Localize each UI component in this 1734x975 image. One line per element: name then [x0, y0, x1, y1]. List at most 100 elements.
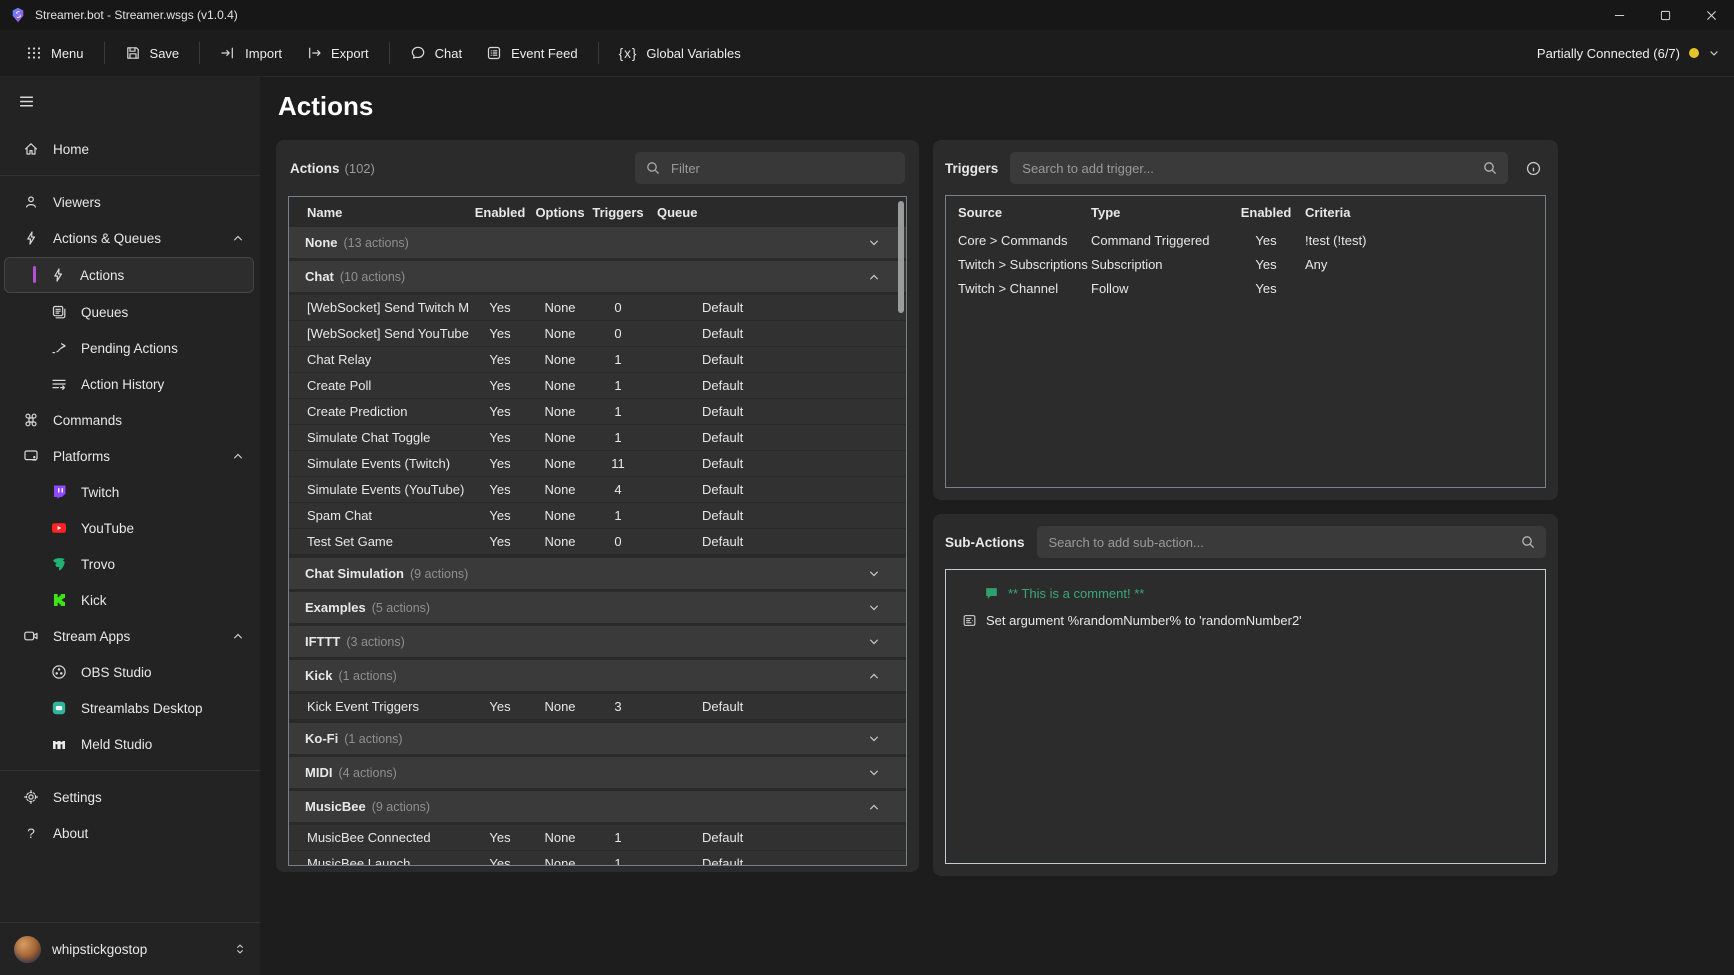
action-cell-enabled: Yes [469, 404, 531, 419]
sidebar-item-label: Action History [81, 377, 164, 392]
action-cell-triggers: 3 [589, 699, 647, 714]
subaction-search-input[interactable] [1047, 534, 1513, 551]
actions-scrollbar-thumb[interactable] [898, 201, 904, 313]
action-row[interactable]: MusicBee ConnectedYesNone1Default [289, 825, 906, 851]
trigger-row[interactable]: Core > CommandsCommand TriggeredYes!test… [946, 228, 1545, 252]
action-row[interactable]: [WebSocket] Send Twitch MessYesNone0Defa… [289, 295, 906, 321]
action-row[interactable]: Simulate Events (Twitch)YesNone11Default [289, 451, 906, 477]
action-row[interactable]: Chat RelayYesNone1Default [289, 347, 906, 373]
info-icon[interactable] [1520, 160, 1546, 177]
trigger-cell-source: Core > Commands [958, 233, 1091, 248]
action-row[interactable]: Spam ChatYesNone1Default [289, 503, 906, 529]
action-row[interactable]: Simulate Events (YouTube)YesNone4Default [289, 477, 906, 503]
minimize-button[interactable] [1596, 0, 1642, 30]
action-group-header[interactable]: MIDI(4 actions) [289, 757, 906, 788]
sub-action-row[interactable]: Set argument %randomNumber% to 'randomNu… [946, 607, 1545, 634]
action-cell-enabled: Yes [469, 699, 531, 714]
filter-input-box[interactable] [635, 152, 905, 184]
sidebar-item-queues[interactable]: Queues [0, 294, 260, 330]
sidebar-item-twitch[interactable]: Twitch [0, 474, 260, 510]
sidebar-item-actions-queues[interactable]: Actions & Queues [0, 220, 260, 256]
hamburger-menu-button[interactable] [10, 87, 42, 115]
sidebar-item-home[interactable]: Home [0, 131, 260, 167]
chevron-up-icon [232, 630, 244, 642]
sidebar-item-pending-actions[interactable]: Pending Actions [0, 330, 260, 366]
action-group-header[interactable]: Kick(1 actions) [289, 660, 906, 691]
actions-table-body: None(13 actions)Chat(10 actions) [WebSock… [289, 227, 906, 865]
toolbar-import-label: Import [245, 46, 282, 61]
main-content: Actions Actions (102) NameEnable [260, 77, 1734, 975]
toolbar-separator [199, 42, 200, 64]
sub-action-row[interactable]: ** This is a comment! ** [946, 580, 1545, 607]
connection-status-button[interactable]: Partially Connected (6/7) [1537, 46, 1720, 61]
action-group-name: MIDI [305, 765, 332, 780]
action-row[interactable]: [WebSocket] Send YouTube MYesNone0Defaul… [289, 321, 906, 347]
action-cell-enabled: Yes [469, 378, 531, 393]
trigger-column-type: Type [1091, 205, 1227, 220]
sidebar-item-obs-studio[interactable]: OBS Studio [0, 654, 260, 690]
action-cell-name: Chat Relay [289, 352, 469, 367]
action-group-header[interactable]: Chat Simulation(9 actions) [289, 558, 906, 589]
toolbar-menu-button[interactable]: Menu [14, 38, 96, 68]
maximize-button[interactable] [1642, 0, 1688, 30]
page-title: Actions [278, 91, 1734, 122]
toolbar-global-variables-button[interactable]: {x}Global Variables [607, 39, 753, 68]
chevron-down-icon [868, 568, 880, 580]
subaction-search-box[interactable] [1037, 526, 1547, 558]
trigger-cell-criteria: !test (!test) [1305, 233, 1533, 248]
youtube-icon [50, 520, 68, 536]
action-row[interactable]: Simulate Chat ToggleYesNone1Default [289, 425, 906, 451]
sidebar-item-platforms[interactable]: Platforms [0, 438, 260, 474]
action-row[interactable]: Test Set GameYesNone0Default [289, 529, 906, 555]
sidebar-item-stream-apps[interactable]: Stream Apps [0, 618, 260, 654]
sidebar-item-action-history[interactable]: Action History [0, 366, 260, 402]
toolbar-export-button[interactable]: Export [294, 38, 381, 68]
sidebar-item-meld-studio[interactable]: Meld Studio [0, 726, 260, 762]
sidebar-item-settings[interactable]: Settings [0, 779, 260, 815]
sidebar-item-streamlabs-desktop[interactable]: Streamlabs Desktop [0, 690, 260, 726]
queues-icon [50, 304, 68, 320]
column-header-options: Options [531, 205, 589, 220]
toolbar-event-feed-button[interactable]: Event Feed [474, 38, 590, 68]
sidebar-item-kick[interactable]: Kick [0, 582, 260, 618]
action-group-header[interactable]: IFTTT(3 actions) [289, 626, 906, 657]
action-group-header[interactable]: Chat(10 actions) [289, 261, 906, 292]
filter-input[interactable] [669, 160, 895, 177]
action-row[interactable]: Create PollYesNone1Default [289, 373, 906, 399]
action-group-header[interactable]: Examples(5 actions) [289, 592, 906, 623]
action-group-header[interactable]: MusicBee(9 actions) [289, 791, 906, 822]
triggers-panel-title: Triggers [945, 161, 998, 176]
action-row[interactable]: MusicBee LaunchYesNone1Default [289, 851, 906, 865]
sidebar-item-actions[interactable]: Actions [4, 257, 254, 293]
action-row[interactable]: Kick Event TriggersYesNone3Default [289, 694, 906, 720]
action-group-header[interactable]: Ko-Fi(1 actions) [289, 723, 906, 754]
comment-icon [984, 586, 999, 601]
trigger-row[interactable]: Twitch > SubscriptionsSubscriptionYesAny [946, 252, 1545, 276]
trigger-search-box[interactable] [1010, 152, 1508, 184]
toolbar-save-button[interactable]: Save [113, 38, 192, 68]
trigger-row[interactable]: Twitch > ChannelFollowYes [946, 276, 1545, 300]
toolbar-separator [104, 42, 105, 64]
sidebar-item-commands[interactable]: Commands [0, 402, 260, 438]
close-button[interactable] [1688, 0, 1734, 30]
action-group-header[interactable]: None(13 actions) [289, 227, 906, 258]
sidebar-item-viewers[interactable]: Viewers [0, 184, 260, 220]
action-cell-name: Create Prediction [289, 404, 469, 419]
action-cell-triggers: 1 [589, 830, 647, 845]
toolbar-chat-button[interactable]: Chat [398, 38, 474, 68]
toolbar-import-button[interactable]: Import [208, 38, 294, 68]
action-cell-enabled: Yes [469, 326, 531, 341]
action-row[interactable]: Create PredictionYesNone1Default [289, 399, 906, 425]
titlebar: Streamer.bot - Streamer.wsgs (v1.0.4) [0, 0, 1734, 30]
action-cell-queue: Default [647, 482, 906, 497]
sidebar-item-trovo[interactable]: Trovo [0, 546, 260, 582]
user-account-button[interactable]: whipstickgostop [0, 922, 260, 975]
trigger-search-input[interactable] [1020, 160, 1474, 177]
sidebar-item-about[interactable]: ?About [0, 815, 260, 851]
sidebar-item-label: Meld Studio [81, 737, 152, 752]
action-cell-triggers: 1 [589, 508, 647, 523]
sidebar-divider [0, 770, 260, 771]
sidebar-item-youtube[interactable]: YouTube [0, 510, 260, 546]
toolbar-chat-label: Chat [435, 46, 462, 61]
search-icon [1482, 160, 1498, 176]
